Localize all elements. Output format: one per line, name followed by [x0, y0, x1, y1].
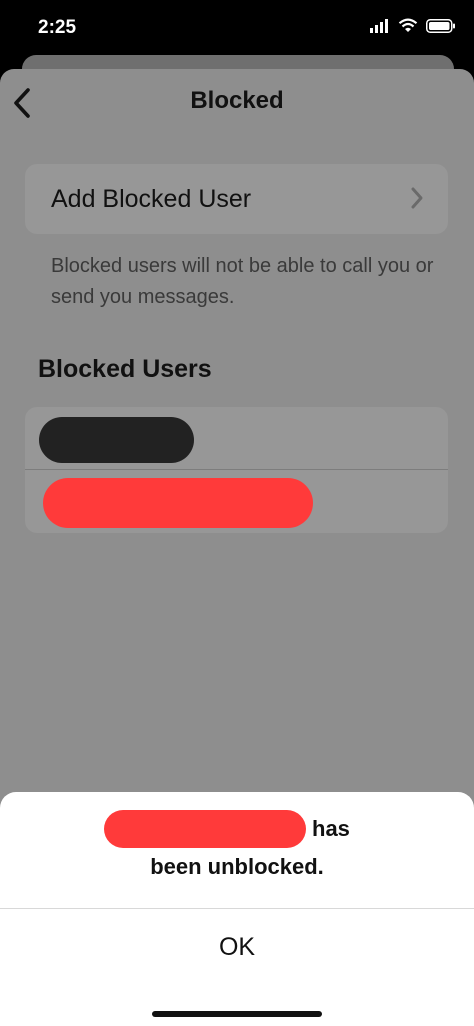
ok-button[interactable]: OK: [0, 909, 474, 985]
redacted-name: [43, 478, 313, 528]
unblocked-alert: has been unblocked. OK: [0, 792, 474, 1026]
blocked-users-note: Blocked users will not be able to call y…: [51, 255, 434, 308]
redacted-name: [104, 810, 306, 848]
battery-icon: [426, 18, 455, 33]
add-blocked-user-row[interactable]: Add Blocked User: [25, 164, 448, 234]
alert-message-line2: been unblocked.: [150, 854, 324, 879]
blocked-users-list: [25, 407, 448, 533]
wifi-icon: [398, 18, 418, 32]
add-blocked-user-label: Add Blocked User: [51, 184, 252, 213]
alert-message-line1: has: [0, 810, 474, 848]
list-item[interactable]: [25, 407, 448, 469]
cellular-signal-icon: [370, 18, 388, 33]
status-icons: [370, 18, 456, 33]
chevron-right-icon: [411, 187, 423, 209]
alert-message: has been unblocked.: [0, 810, 474, 886]
page-title: Blocked: [190, 87, 284, 114]
status-bar: 2:25: [0, 0, 474, 58]
status-time: 2:25: [38, 17, 77, 38]
redacted-name: [39, 417, 194, 463]
list-item[interactable]: [25, 469, 448, 532]
alert-message-suffix: has: [312, 816, 350, 841]
home-indicator: [152, 1011, 322, 1017]
blocked-users-header: Blocked Users: [38, 355, 212, 383]
